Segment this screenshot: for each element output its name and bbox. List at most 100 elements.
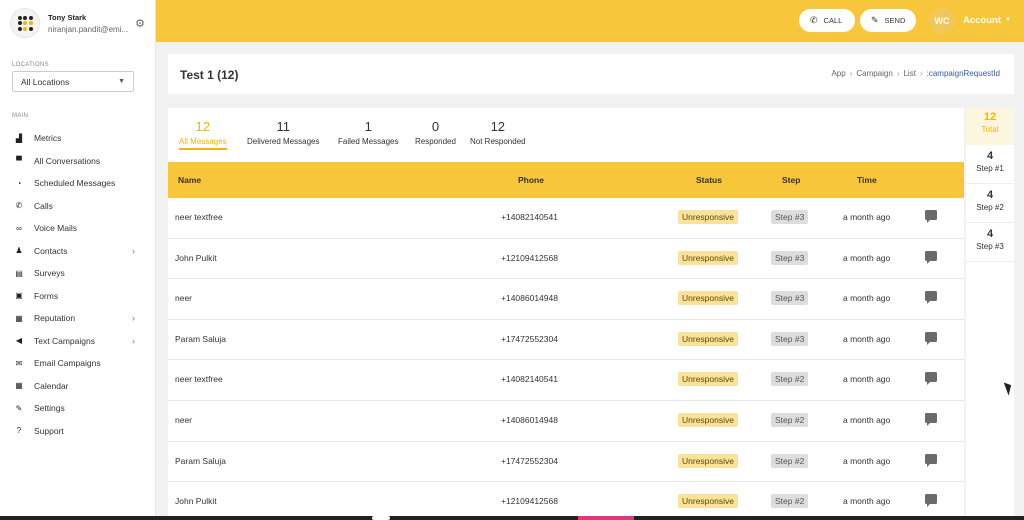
sidebar-item-label: Surveys [34, 268, 65, 279]
calls-icon: ✆ [15, 201, 23, 211]
column-header-phone[interactable]: Phone [518, 175, 544, 185]
sidebar-item-label: All Conversations [34, 155, 101, 166]
reputation-icon: ▦ [15, 313, 23, 323]
step-count: 4 [986, 228, 994, 240]
sidebar-item-text-campaigns[interactable]: ◀ Text Campaigns › [0, 330, 155, 353]
tab-all-messages[interactable]: 12 All Messages [179, 119, 227, 150]
tab-responded[interactable]: 0 Responded [415, 119, 456, 146]
all-conversations-icon: ▀ [16, 156, 22, 166]
location-select-value: All Locations [21, 76, 70, 87]
status-badge: Unresponsive [678, 412, 738, 427]
account-menu[interactable]: Account [963, 15, 1001, 26]
stat-label: Delivered Messages [247, 137, 320, 146]
column-header-time[interactable]: Time [857, 175, 877, 185]
message-icon[interactable] [925, 331, 937, 345]
breadcrumb-campaign[interactable]: Campaign [856, 69, 892, 78]
stat-value: 0 [431, 119, 440, 134]
message-icon[interactable] [925, 453, 937, 467]
table-row[interactable]: Param Saluja +17472552304 Unresponsive Step… [168, 442, 964, 483]
step-badge: Step #2 [771, 453, 809, 468]
breadcrumb-app[interactable]: App [831, 69, 845, 78]
sidebar-item-email-campaigns[interactable]: ✉ Email Campaigns [0, 352, 155, 375]
text-campaigns-icon: ◀ [15, 336, 23, 346]
message-icon[interactable] [925, 412, 937, 426]
sidebar-item-surveys[interactable]: ▤ Surveys [0, 262, 155, 285]
call-button[interactable]: ✆ CALL [799, 9, 855, 32]
table-row[interactable]: John Pulkit +12109412568 Unresponsive Step … [168, 482, 964, 520]
chevron-right-icon: › [132, 245, 135, 256]
sidebar-item-calendar[interactable]: ▦ Calendar [0, 375, 155, 398]
send-button[interactable]: ✎ SEND [860, 9, 916, 32]
cell-phone: +12109412568 [501, 496, 558, 507]
cell-phone: +12109412568 [501, 252, 558, 263]
calendar-icon: ▦ [15, 381, 23, 391]
avatar[interactable]: WC [929, 8, 955, 34]
sidebar-item-label: Reputation [34, 313, 76, 324]
table-row[interactable]: neer +14086014948 Unresponsive Step #2 a mon… [168, 401, 964, 442]
step-badge: Step #3 [771, 210, 809, 224]
sidebar-item-calls[interactable]: ✆ Calls [0, 195, 155, 218]
page-title: Test 1 (12) [180, 68, 239, 82]
sidebar-item-reputation[interactable]: ▦ Reputation › [0, 307, 155, 330]
table-row[interactable]: Param Saluja +17472552304 Unresponsive Step… [168, 320, 964, 361]
stat-label: All Messages [179, 137, 227, 146]
column-header-name[interactable]: Name [178, 175, 201, 185]
step-3-box[interactable]: 4 Step #3 [966, 223, 1014, 262]
step-count: 4 [986, 189, 994, 201]
step-badge: Step #2 [771, 494, 809, 509]
top-bar: ✆ CALL ✎ SEND WC Account ▼ [156, 0, 1024, 42]
sidebar-item-forms[interactable]: ▣ Forms [0, 285, 155, 308]
support-icon: ? [16, 426, 22, 436]
gear-icon[interactable]: ⚙ [135, 17, 145, 30]
sidebar-item-contacts[interactable]: ♟ Contacts › [0, 240, 155, 263]
cell-name: John Pulkit [175, 496, 217, 507]
user-email: niranjan.pandit@emi... [48, 24, 129, 34]
sidebar-item-metrics[interactable]: ▟ Metrics [0, 127, 155, 150]
tab-not-responded[interactable]: 12 Not Responded [470, 119, 526, 146]
sidebar-item-label: Voice Mails [34, 223, 77, 234]
table-row[interactable]: neer textfree +14082140541 Unresponsive Ste… [168, 360, 964, 401]
scheduled-messages-icon: ◔ [16, 178, 22, 188]
sidebar-item-label: Metrics [34, 133, 62, 144]
chevron-right-icon: › [132, 335, 135, 346]
table-row[interactable]: John Pulkit +12109412568 Unresponsive Step … [168, 239, 964, 280]
message-icon[interactable] [925, 250, 937, 264]
chevron-right-icon: › [849, 69, 853, 78]
cell-phone: +17472552304 [501, 333, 558, 344]
message-icon[interactable] [925, 210, 937, 223]
column-header-step[interactable]: Step [782, 175, 800, 185]
step-badge: Step #3 [771, 331, 809, 346]
location-select[interactable]: All Locations ▼ [12, 71, 134, 92]
sidebar-item-all-conversations[interactable]: ▀ All Conversations [0, 150, 155, 173]
message-icon[interactable] [925, 372, 937, 386]
sidebar-item-scheduled-messages[interactable]: ◔ Scheduled Messages [0, 172, 155, 195]
column-header-status[interactable]: Status [696, 175, 722, 185]
send-button-label: SEND [884, 16, 906, 25]
step-1-box[interactable]: 4 Step #1 [966, 145, 1014, 184]
chevron-right-icon: › [132, 313, 135, 324]
caret-down-icon[interactable]: ▼ [1005, 17, 1011, 23]
step-total[interactable]: 12 Total [966, 108, 1014, 145]
cell-phone: +14086014948 [501, 414, 558, 425]
table-row[interactable]: neer +14086014948 Unresponsive Step #3 a mon… [168, 279, 964, 320]
sidebar-item-voice-mails[interactable]: ∞ Voice Mails [0, 217, 155, 240]
status-badge: Unresponsive [678, 291, 738, 306]
message-icon[interactable] [925, 494, 937, 508]
chevron-right-icon: › [896, 69, 900, 78]
step-2-box[interactable]: 4 Step #2 [966, 184, 1014, 223]
messages-card: 12 All Messages 11 Delivered Messages 1 … [168, 108, 964, 520]
status-badge: Unresponsive [678, 453, 738, 468]
breadcrumb: App › Campaign › List › :campaignRequest… [831, 69, 1000, 78]
table-row[interactable]: neer textfree +14082140541 Unresponsive Ste… [168, 198, 964, 239]
breadcrumb-list[interactable]: List [903, 69, 915, 78]
tab-delivered-messages[interactable]: 11 Delivered Messages [247, 119, 319, 146]
tab-failed-messages[interactable]: 1 Failed Messages [338, 119, 398, 146]
step-total-value: 12 [983, 111, 997, 123]
sidebar-item-settings[interactable]: ✎ Settings [0, 397, 155, 420]
cell-name: neer textfree [175, 212, 223, 222]
email-campaigns-icon: ✉ [15, 358, 23, 368]
cell-phone: +14086014948 [501, 293, 558, 304]
cell-name: neer [175, 293, 193, 304]
message-icon[interactable] [925, 291, 937, 305]
sidebar-item-support[interactable]: ? Support [0, 420, 155, 443]
